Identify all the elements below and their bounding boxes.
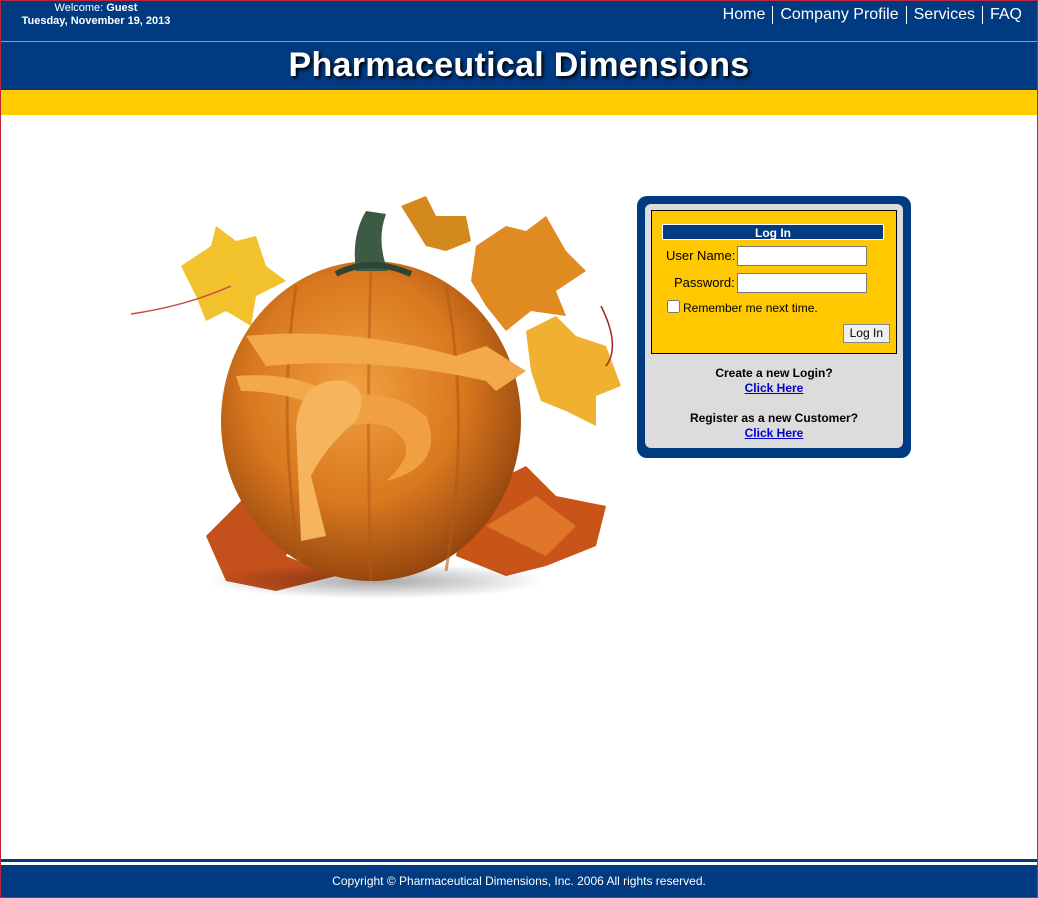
welcome-user: Guest	[106, 2, 138, 14]
login-box: Log In User Name: Password: Remember me …	[637, 196, 911, 458]
welcome-line: Welcome: Guest	[1, 2, 191, 15]
page-frame: Welcome: Guest Tuesday, November 19, 201…	[0, 0, 1038, 898]
welcome-prefix: Welcome:	[54, 2, 104, 14]
username-input[interactable]	[737, 246, 867, 266]
remember-me-checkbox[interactable]	[667, 300, 680, 313]
login-inner-panel: Log In User Name: Password: Remember me …	[645, 204, 903, 448]
login-button[interactable]: Log In	[842, 324, 890, 343]
remember-me-label: Remember me next time.	[683, 301, 818, 315]
create-login-question: Create a new Login?	[715, 366, 833, 380]
footer: Copyright © Pharmaceutical Dimensions, I…	[1, 865, 1037, 897]
account-actions: Create a new Login? Click Here Register …	[645, 366, 903, 441]
nav-home-link[interactable]: Home	[716, 6, 773, 24]
gold-band	[1, 90, 1037, 115]
register-link[interactable]: Click Here	[645, 426, 903, 441]
login-heading: Log In	[662, 224, 884, 240]
password-input[interactable]	[737, 273, 867, 293]
nav-company-profile-link[interactable]: Company Profile	[772, 6, 905, 24]
nav-faq-link[interactable]: FAQ	[981, 6, 1029, 24]
title-bar: Pharmaceutical Dimensions	[1, 42, 1037, 90]
site-title: Pharmaceutical Dimensions	[288, 46, 750, 84]
register-question: Register as a new Customer?	[689, 411, 859, 425]
password-label: Password:	[674, 275, 735, 290]
nav-services-link[interactable]: Services	[905, 6, 982, 24]
top-nav: Home Company Profile Services FAQ	[716, 6, 1029, 24]
username-label: User Name:	[666, 248, 736, 263]
login-form: Log In User Name: Password: Remember me …	[651, 210, 897, 354]
copyright-text: Copyright © Pharmaceutical Dimensions, I…	[332, 874, 706, 888]
pumpkin-icon	[130, 196, 621, 599]
pumpkin-illustration	[126, 196, 631, 606]
current-date: Tuesday, November 19, 2013	[21, 15, 171, 27]
welcome-block: Welcome: Guest Tuesday, November 19, 201…	[1, 2, 191, 28]
create-login-link[interactable]: Click Here	[645, 381, 903, 396]
top-bar: Welcome: Guest Tuesday, November 19, 201…	[1, 1, 1037, 41]
